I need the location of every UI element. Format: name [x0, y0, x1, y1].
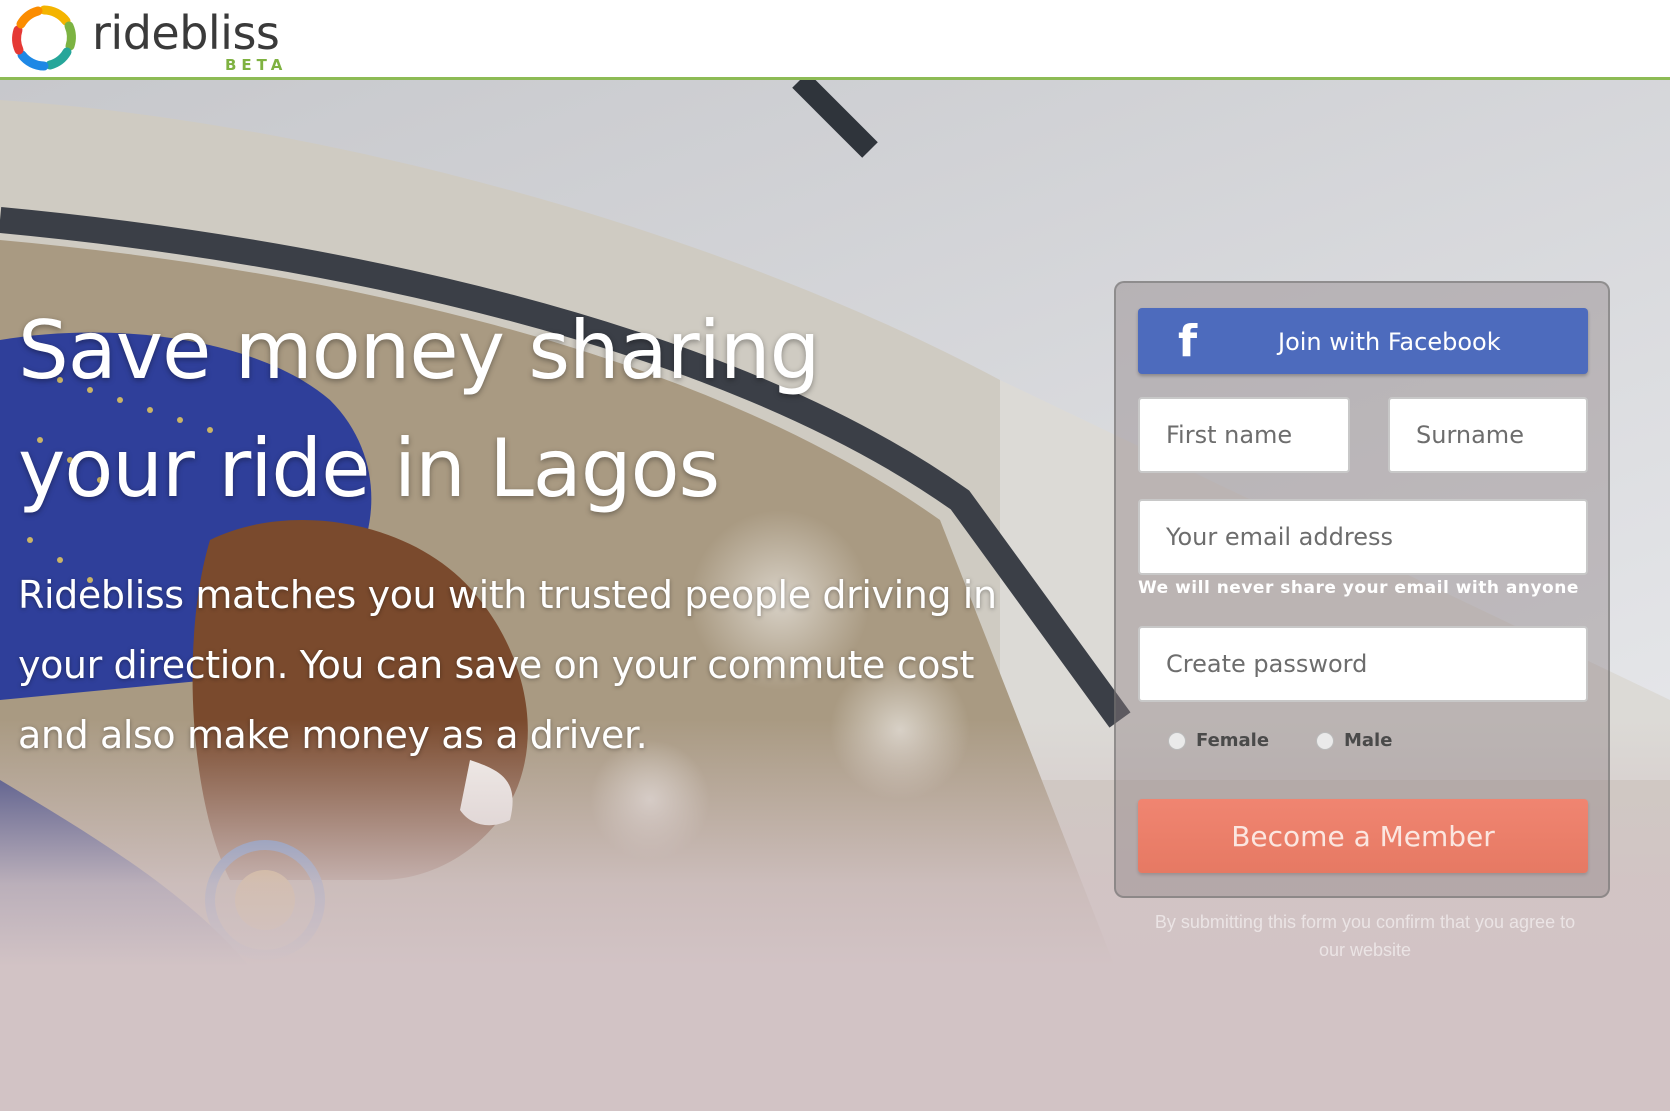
- ridebliss-logo-icon[interactable]: [8, 2, 80, 74]
- facebook-button-label: Join with Facebook: [1278, 328, 1501, 356]
- first-name-field[interactable]: [1138, 397, 1350, 473]
- terms-notice: By submitting this form you confirm that…: [1154, 912, 1576, 960]
- hero-headline: Save money sharing your ride in Lagos: [18, 304, 820, 515]
- beta-badge: BETA: [225, 56, 288, 74]
- facebook-f-icon: f: [1178, 316, 1198, 367]
- become-member-button[interactable]: Become a Member: [1138, 799, 1588, 873]
- male-label: Male: [1344, 730, 1393, 751]
- gender-female-option[interactable]: Female: [1168, 730, 1269, 751]
- brand-name[interactable]: ridebliss: [92, 6, 280, 60]
- surname-field[interactable]: [1388, 397, 1588, 473]
- gender-male-option[interactable]: Male: [1316, 730, 1392, 751]
- hero-description: Ridebliss matches you with trusted peopl…: [18, 573, 997, 757]
- password-field[interactable]: [1138, 626, 1588, 702]
- email-field[interactable]: [1138, 499, 1588, 575]
- female-radio[interactable]: [1168, 732, 1186, 750]
- email-privacy-hint: We will never share your email with anyo…: [1138, 578, 1579, 598]
- join-with-facebook-button[interactable]: f Join with Facebook: [1138, 308, 1588, 374]
- site-header: ridebliss BETA: [0, 0, 1670, 80]
- male-radio[interactable]: [1316, 732, 1334, 750]
- female-label: Female: [1196, 730, 1270, 751]
